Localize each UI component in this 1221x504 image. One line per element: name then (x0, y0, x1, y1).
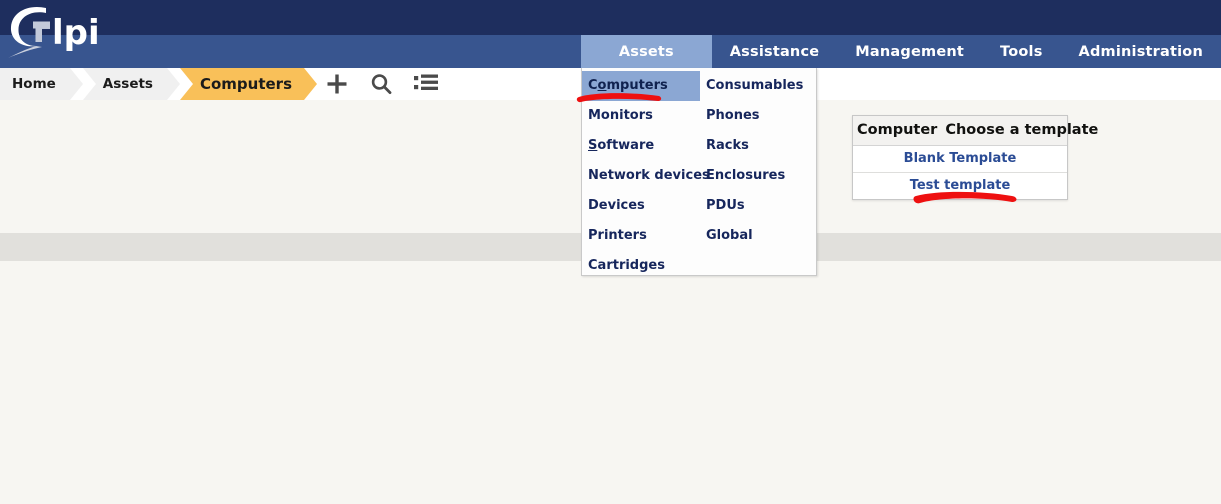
dropdown-item-label: PDUs (706, 198, 745, 213)
dropdown-item-label: Network devices (588, 168, 710, 183)
main-menu-bar: Assets Assistance Management Tools Admin… (0, 35, 1221, 68)
search-icon[interactable] (369, 72, 393, 96)
dropdown-item-monitors[interactable]: Monitors (582, 101, 700, 131)
dropdown-item-label: Computers (588, 78, 668, 93)
dropdown-item-label: Phones (706, 108, 760, 123)
dropdown-item-devices[interactable]: Devices (582, 191, 700, 221)
dropdown-item-phones[interactable]: Phones (700, 101, 816, 131)
menu-tab-label: Assistance (729, 43, 820, 60)
template-option-test[interactable]: Test template (853, 173, 1067, 199)
dropdown-item-label: Racks (706, 138, 749, 153)
menu-tab-tools[interactable]: Tools (982, 35, 1061, 68)
dropdown-item-label: Monitors (588, 108, 653, 123)
dropdown-item-cartridges[interactable]: Cartridges (582, 251, 700, 281)
dropdown-item-global[interactable]: Global (700, 221, 816, 251)
add-icon[interactable] (325, 72, 349, 96)
logo-wordmark: lpi (52, 13, 100, 53)
menu-tab-label: Tools (1000, 43, 1043, 60)
breadcrumb-item-assets[interactable]: Assets (82, 68, 181, 100)
breadcrumb-label: Computers (199, 75, 292, 93)
list-icon[interactable] (413, 73, 439, 95)
menu-tab-label: Assets (618, 43, 674, 60)
menu-tab-management[interactable]: Management (837, 35, 982, 68)
dropdown-item-enclosures[interactable]: Enclosures (700, 161, 816, 191)
dropdown-item-label: Cartridges (588, 258, 665, 273)
breadcrumb-actions (325, 72, 439, 96)
dropdown-item-label: Enclosures (706, 168, 786, 183)
dropdown-item-racks[interactable]: Racks (700, 131, 816, 161)
template-chooser-panel: Computer Choose a template Blank Template… (852, 115, 1098, 200)
template-panel-itemtype: Computer (857, 122, 938, 138)
dropdown-column-left: Computers Monitors Software Network devi… (582, 68, 710, 275)
top-header-band (0, 0, 1221, 35)
breadcrumb-label: Assets (102, 76, 153, 92)
menu-tab-assets[interactable]: Assets (581, 35, 712, 68)
template-option-label: Test template (909, 178, 1011, 193)
dropdown-item-label: Global (706, 228, 753, 243)
dropdown-item-label: Consumables (706, 78, 804, 93)
dropdown-item-label: Printers (588, 228, 647, 243)
template-panel-header: Computer Choose a template (853, 116, 1098, 146)
menu-tab-assistance[interactable]: Assistance (712, 35, 838, 68)
dropdown-item-computers[interactable]: Computers (582, 71, 700, 101)
dropdown-item-software[interactable]: Software (582, 131, 700, 161)
dropdown-item-network-devices[interactable]: Network devices (582, 161, 710, 191)
template-option-blank[interactable]: Blank Template (853, 146, 1067, 173)
template-option-label: Blank Template (903, 151, 1017, 166)
dropdown-item-printers[interactable]: Printers (582, 221, 700, 251)
dropdown-item-label: Devices (588, 198, 645, 213)
dropdown-item-label: Software (588, 138, 655, 153)
menu-tab-label: Administration (1078, 43, 1203, 60)
breadcrumb-label: Home (12, 76, 56, 92)
breadcrumb-item-computers[interactable]: Computers (179, 68, 318, 100)
dropdown-item-consumables[interactable]: Consumables (700, 71, 816, 101)
dropdown-item-pdus[interactable]: PDUs (700, 191, 816, 221)
template-panel-title: Choose a template (945, 122, 1099, 138)
menu-tab-label: Management (855, 43, 965, 60)
assets-dropdown-menu: Computers Monitors Software Network devi… (581, 68, 817, 276)
breadcrumb-item-home[interactable]: Home (0, 68, 83, 100)
glpi-logo[interactable]: lpi (6, 2, 116, 58)
dropdown-column-right: Consumables Phones Racks Enclosures PDUs… (700, 68, 816, 275)
menu-tab-administration[interactable]: Administration (1061, 35, 1221, 68)
